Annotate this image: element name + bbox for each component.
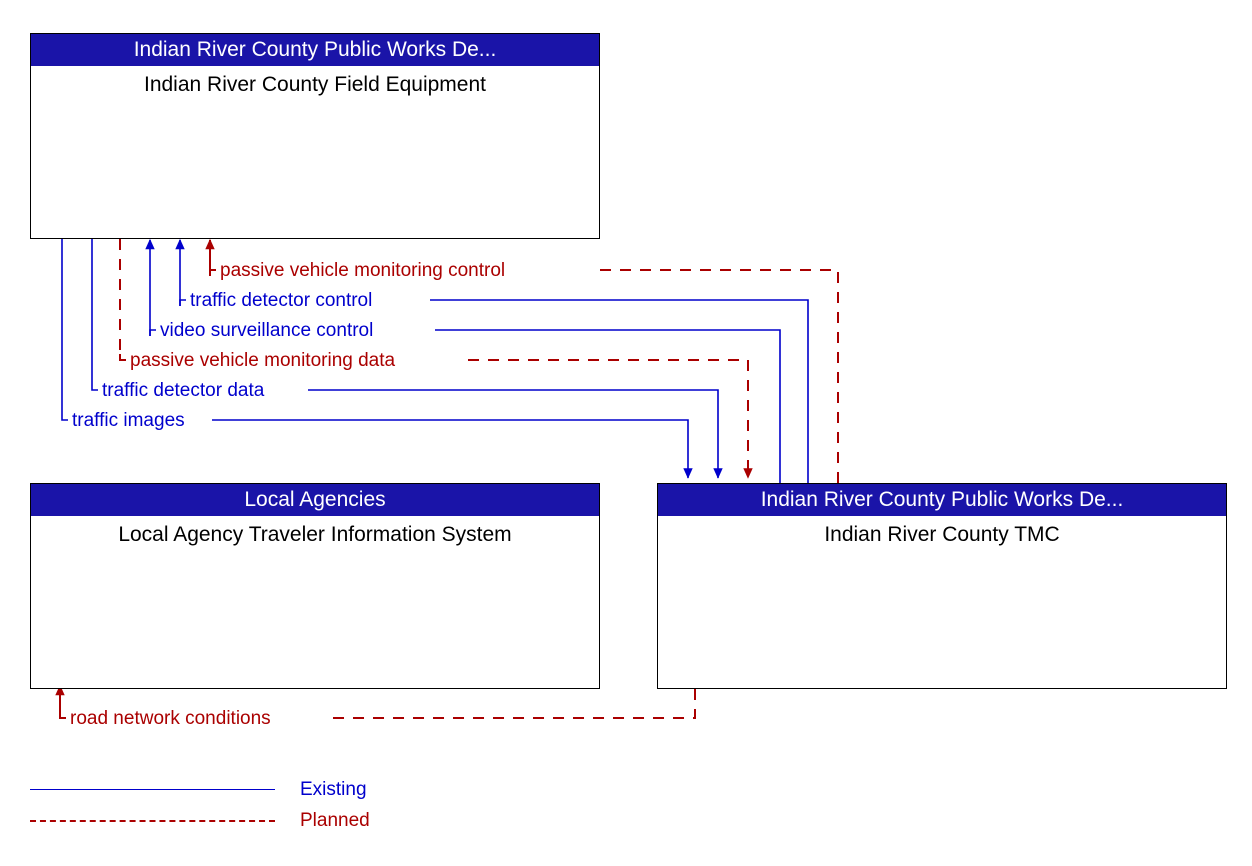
node-field-equipment-stakeholder: Indian River County Public Works De... xyxy=(31,34,599,66)
node-local-agency-stakeholder: Local Agencies xyxy=(31,484,599,516)
flow-label-traffic-detector-control[interactable]: traffic detector control xyxy=(188,291,375,310)
node-local-agency-traveler-information-system[interactable]: Local Agencies Local Agency Traveler Inf… xyxy=(30,483,600,689)
flow-label-traffic-images[interactable]: traffic images xyxy=(70,411,187,430)
node-indian-river-county-tmc[interactable]: Indian River County Public Works De... I… xyxy=(657,483,1227,689)
flow-label-passive-vehicle-monitoring-data[interactable]: passive vehicle monitoring data xyxy=(128,351,398,370)
node-tmc-name: Indian River County TMC xyxy=(824,523,1060,546)
legend-planned-label: Planned xyxy=(300,810,370,831)
legend-existing-label: Existing xyxy=(300,779,367,800)
flow-label-road-network-conditions[interactable]: road network conditions xyxy=(68,709,273,728)
node-field-equipment-name: Indian River County Field Equipment xyxy=(143,73,486,96)
legend: Existing Planned xyxy=(30,778,430,840)
legend-row-existing: Existing xyxy=(30,778,430,809)
legend-planned-line-swatch xyxy=(30,820,275,822)
flow-label-traffic-detector-data[interactable]: traffic detector data xyxy=(100,381,267,400)
node-tmc-stakeholder: Indian River County Public Works De... xyxy=(658,484,1226,516)
architecture-interconnect-diagram: Indian River County Public Works De... I… xyxy=(0,0,1252,866)
node-local-agency-name: Local Agency Traveler Information System xyxy=(118,523,512,546)
flow-label-passive-vehicle-monitoring-control[interactable]: passive vehicle monitoring control xyxy=(218,261,508,280)
flow-label-video-surveillance-control[interactable]: video surveillance control xyxy=(158,321,376,340)
legend-existing-line-swatch xyxy=(30,789,275,790)
legend-row-planned: Planned xyxy=(30,809,430,840)
node-field-equipment[interactable]: Indian River County Public Works De... I… xyxy=(30,33,600,239)
